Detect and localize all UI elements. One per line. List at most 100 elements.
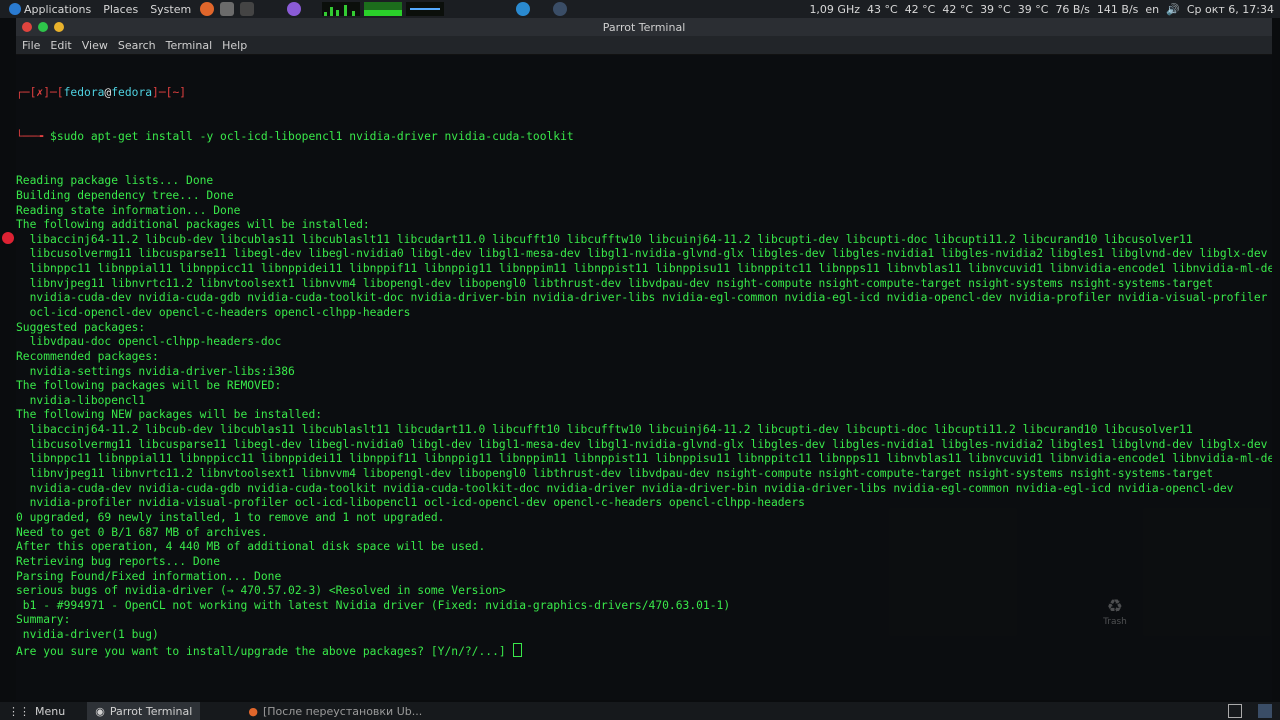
output-line: The following packages will be REMOVED: [16,379,282,393]
output-line: nvidia-cuda-dev nvidia-cuda-gdb nvidia-c… [16,481,1234,495]
output-line: The following additional packages will b… [16,218,370,232]
parrot-logo-icon [9,3,21,15]
desktop-trash[interactable]: ♻ Trash [1098,596,1132,627]
output-line: libvdpau-doc opencl-clhpp-headers-doc [16,335,282,349]
temp-3: 42 °C [942,2,974,16]
output-line: libnppc11 libnppial11 libnppicc11 libnpp… [16,452,1272,466]
output-line: 0 upgraded, 69 newly installed, 1 to rem… [16,510,445,524]
terminal-window[interactable]: Parrot Terminal File Edit View Search Te… [16,18,1272,700]
keyboard-layout[interactable]: en [1145,3,1159,16]
prompt-line-2: └──╼ $sudo apt-get install -y ocl-icd-li… [16,130,1272,145]
output-line: nvidia-profiler nvidia-visual-profiler o… [16,496,805,510]
task-firefox-label: [После переустановки Ub... [262,704,423,718]
minimize-button[interactable] [54,22,64,32]
firefox-icon[interactable] [200,2,215,16]
settings-icon[interactable] [220,2,235,16]
output-line: nvidia-cuda-dev nvidia-cuda-gdb nvidia-c… [16,291,1268,305]
net-down: 76 B/s [1055,2,1090,16]
output-line: Reading state information... Done [16,203,241,217]
menu-search[interactable]: Search [118,39,156,52]
output-line: ocl-icd-opencl-dev opencl-c-headers open… [16,305,411,319]
prompt-path: ]─[~] [152,86,187,100]
output-line: libnvjpeg11 libnvrtc11.2 libnvtoolsext1 … [16,467,1214,481]
temp-4: 39 °C [980,2,1011,16]
bottom-tray [1220,704,1280,718]
trash-label: Trash [1103,617,1127,627]
temp-2: 42 °C [904,2,936,16]
window-title: Parrot Terminal [602,20,686,34]
output-line: Building dependency tree... Done [16,188,234,202]
prompt-host: fedora [111,86,153,100]
output-line: Recommended packages: [16,349,159,363]
output-line: libnppc11 libnppial11 libnppicc11 libnpp… [16,262,1272,276]
output-line: b1 - #994971 - OpenCL not working with l… [16,598,731,612]
terminal-cursor [512,642,522,657]
output-line: serious bugs of nvidia-driver (→ 470.57.… [16,584,506,598]
applications-menu-label: Applications [24,2,92,16]
task-terminal[interactable]: ◉ Parrot Terminal [87,702,201,720]
command-text: $sudo apt-get install -y ocl-icd-libopen… [50,130,574,144]
memory-graph [364,2,403,16]
task-terminal-label: Parrot Terminal [109,704,193,718]
grid-icon: ⋮⋮ [8,704,30,718]
menu-edit[interactable]: Edit [50,39,71,52]
output-line: libcusolvermg11 libcusparse11 libegl-dev… [16,247,1268,261]
network-graph [406,2,445,16]
system-menu[interactable]: System [144,0,197,18]
volume-icon[interactable]: 🔊 [1166,3,1180,16]
output-line: libaccinj64-11.2 libcub-dev libcublas11 … [16,232,1193,246]
close-button[interactable] [22,22,32,32]
menu-terminal[interactable]: Terminal [166,39,213,52]
output-block: Reading package lists... Done Building de… [16,174,1272,658]
temp-5: 39 °C [1017,2,1049,16]
task-firefox[interactable]: ● [После переустановки Ub... [240,702,430,720]
terminal-task-icon: ◉ [95,704,105,718]
system-tray: 1,09 GHz 43 °C 42 °C 42 °C 39 °C 39 °C 7… [802,3,1280,16]
menu-help[interactable]: Help [222,39,247,52]
app-icon[interactable] [553,2,568,16]
cpu-graph [322,2,361,16]
output-line: libcusolvermg11 libcusparse11 libegl-dev… [16,437,1268,451]
temp-1: 43 °C [867,2,898,16]
output-line: nvidia-driver(1 bug) [16,628,159,642]
applications-menu[interactable]: Applications [0,0,97,18]
net-up: 141 B/s [1096,2,1139,16]
output-line: libnvjpeg11 libnvrtc11.2 libnvtoolsext1 … [16,276,1214,290]
menu-button[interactable]: ⋮⋮ Menu [0,702,73,720]
prompt-arrow: └──╼ [16,130,51,144]
terminal-launcher-icon[interactable] [240,2,255,16]
menu-view[interactable]: View [82,39,108,52]
top-panel: Applications Places System 1,09 GHz 43 °… [0,0,1280,18]
output-line: Summary: [16,613,71,627]
output-line: After this operation, 4 440 MB of additi… [16,540,486,554]
output-line: Parsing Found/Fixed information... Done [16,569,282,583]
terminal-menubar: File Edit View Search Terminal Help [16,36,1272,55]
clock[interactable]: Ср окт 6, 17:34 [1187,3,1274,16]
output-line: Need to get 0 B/1 687 MB of archives. [16,525,268,539]
maximize-button[interactable] [38,22,48,32]
output-line: nvidia-libopencl1 [16,393,146,407]
terminal-output[interactable]: ┌─[✗]─[fedora@fedora]─[~] └──╼ $sudo apt… [16,55,1272,697]
prompt-line-1: ┌─[✗]─[fedora@fedora]─[~] [16,86,1272,101]
output-line: libaccinj64-11.2 libcub-dev libcublas11 … [16,423,1193,437]
app-launcher-icon[interactable] [287,2,302,16]
bottom-panel: ⋮⋮ Menu ◉ Parrot Terminal ● [После переу… [0,702,1280,720]
prompt-user: fedora [63,86,105,100]
window-titlebar[interactable]: Parrot Terminal [16,18,1272,36]
places-menu-label: Places [103,2,139,16]
places-menu[interactable]: Places [97,0,144,18]
menu-file[interactable]: File [22,39,40,52]
workspace-switcher-icon[interactable] [1228,704,1242,718]
firefox-task-icon: ● [248,704,258,718]
cpu-frequency: 1,09 GHz [809,2,860,16]
output-line: Are you sure you want to install/upgrade… [16,642,1272,658]
show-desktop-icon[interactable] [1258,704,1272,718]
trash-icon: ♻ [1106,596,1124,617]
browser-icon[interactable] [516,2,531,16]
output-line: nvidia-settings nvidia-driver-libs:i386 [16,364,295,378]
output-line: Suggested packages: [16,320,146,334]
system-menu-label: System [150,2,192,16]
desktop-record-icon [2,232,14,244]
output-line: Reading package lists... Done [16,174,214,188]
output-line: The following NEW packages will be insta… [16,408,323,422]
